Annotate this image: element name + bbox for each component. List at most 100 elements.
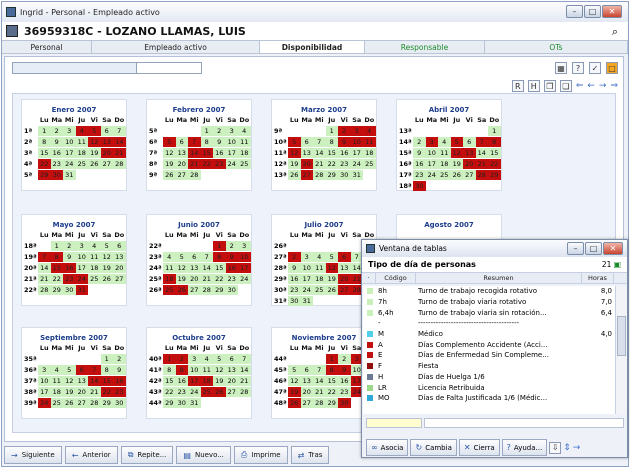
day-cell[interactable]: 9 <box>213 136 226 147</box>
day-cell[interactable]: 6 <box>75 364 88 375</box>
list-item[interactable]: F Fiesta <box>363 361 615 372</box>
day-cell[interactable]: 14 <box>38 262 51 273</box>
list-item[interactable]: - ---------------------------------------… <box>363 318 615 329</box>
next-button[interactable]: → Siguiente <box>4 446 62 464</box>
day-cell[interactable]: 20 <box>463 158 476 169</box>
new-button[interactable]: ▤ Nuevo... <box>176 446 231 464</box>
col-hours[interactable]: Horas <box>582 273 614 283</box>
r-button[interactable]: R <box>511 80 524 92</box>
day-cell[interactable]: 2 <box>338 353 351 364</box>
day-cell[interactable]: 14 <box>113 136 126 147</box>
list-item[interactable]: 8h Turno de trabajo recogida rotativo 8,0 <box>363 286 615 297</box>
day-cell[interactable]: 9 <box>338 364 351 375</box>
day-cell[interactable]: 3 <box>63 125 76 136</box>
day-cell[interactable]: 22 <box>488 158 501 169</box>
list-item[interactable]: M Médico 4,0 <box>363 329 615 340</box>
day-cell[interactable]: 4 <box>313 251 326 262</box>
day-cell[interactable]: 2 <box>175 353 188 364</box>
day-cell[interactable]: 11 <box>200 364 213 375</box>
day-cell[interactable]: 2 <box>50 125 63 136</box>
day-cell[interactable]: 13 <box>300 375 313 386</box>
day-cell[interactable]: 10 <box>38 375 51 386</box>
day-cell[interactable]: 29 <box>213 284 226 295</box>
day-cell[interactable]: 25 <box>363 158 376 169</box>
day-cell[interactable]: 13 <box>300 147 313 158</box>
change-button[interactable]: ↻ Cambia <box>410 439 457 456</box>
day-cell[interactable]: 10 <box>75 251 88 262</box>
day-cell[interactable]: 24 <box>238 273 251 284</box>
day-cell[interactable]: 31 <box>350 169 363 180</box>
day-cell[interactable]: 16 <box>338 147 351 158</box>
day-cell[interactable]: 20 <box>300 386 313 397</box>
day-cell[interactable]: 23 <box>50 158 63 169</box>
day-cell[interactable]: 5 <box>88 125 101 136</box>
list-item[interactable]: 6,4h Turno de trabajo viaria sin rotación… <box>363 307 615 318</box>
day-cell[interactable]: 1 <box>325 353 338 364</box>
associate-button[interactable]: ∞ Asocia <box>366 439 409 456</box>
list-item[interactable]: E Días de Enfermedad Sin Compleme... <box>363 350 615 361</box>
day-cell[interactable]: 19 <box>450 158 463 169</box>
day-cell[interactable]: 3 <box>188 353 201 364</box>
day-cell[interactable]: 12 <box>213 364 226 375</box>
day-cell[interactable]: 27 <box>338 284 351 295</box>
day-cell[interactable]: 6 <box>338 251 351 262</box>
col-summary[interactable]: Resumen <box>416 273 582 283</box>
day-cell[interactable]: 22 <box>213 273 226 284</box>
day-cell[interactable]: 16 <box>213 147 226 158</box>
day-cell[interactable]: 26 <box>213 386 226 397</box>
day-cell[interactable]: 27 <box>75 397 88 408</box>
day-cell[interactable]: 27 <box>175 169 188 180</box>
day-cell[interactable]: 5 <box>450 136 463 147</box>
day-cell[interactable]: 15 <box>200 147 213 158</box>
day-cell[interactable]: 24 <box>63 158 76 169</box>
day-cell[interactable]: 26 <box>88 158 101 169</box>
day-cell[interactable]: 19 <box>288 386 301 397</box>
minimize-button[interactable]: – <box>566 5 583 18</box>
day-cell[interactable]: 13 <box>75 375 88 386</box>
day-cell[interactable]: 23 <box>338 158 351 169</box>
day-cell[interactable]: 8 <box>325 364 338 375</box>
day-cell[interactable]: 31 <box>63 169 76 180</box>
day-cell[interactable]: 23 <box>213 158 226 169</box>
popup-minimize-button[interactable]: – <box>567 242 584 255</box>
day-cell[interactable]: 13 <box>100 136 113 147</box>
day-cell[interactable]: 7 <box>238 353 251 364</box>
day-cell[interactable]: 3 <box>75 240 88 251</box>
print-button[interactable]: ⎙ Imprime <box>233 446 288 464</box>
day-cell[interactable]: 23 <box>63 273 76 284</box>
day-cell[interactable]: 19 <box>163 158 176 169</box>
day-cell[interactable]: 19 <box>88 147 101 158</box>
day-cell[interactable]: 5 <box>288 364 301 375</box>
day-cell[interactable]: 15 <box>163 375 176 386</box>
day-cell[interactable]: 11 <box>50 375 63 386</box>
list-item[interactable]: MO Días de Falta Justificada 1/6 (Médic..… <box>363 393 615 404</box>
day-cell[interactable]: 9 <box>225 251 238 262</box>
day-cell[interactable]: 22 <box>163 386 176 397</box>
day-cell[interactable]: 24 <box>300 284 313 295</box>
day-cell[interactable]: 17 <box>225 147 238 158</box>
day-cell[interactable]: 7 <box>38 251 51 262</box>
day-cell[interactable]: 27 <box>463 169 476 180</box>
day-cell[interactable]: 17 <box>75 262 88 273</box>
day-cell[interactable]: 25 <box>438 169 451 180</box>
day-cell[interactable]: 29 <box>325 169 338 180</box>
day-cell[interactable]: 18 <box>88 262 101 273</box>
prev-icon[interactable]: ← <box>587 81 595 91</box>
day-cell[interactable]: 6 <box>175 136 188 147</box>
day-cell[interactable]: 8 <box>100 364 113 375</box>
day-cell[interactable]: 26 <box>163 169 176 180</box>
day-cell[interactable]: 8 <box>213 251 226 262</box>
day-cell[interactable]: 4 <box>50 364 63 375</box>
day-cell[interactable]: 15 <box>213 262 226 273</box>
help-button[interactable]: ? Ayuda... <box>501 439 548 456</box>
day-cell[interactable]: 25 <box>313 284 326 295</box>
day-cell[interactable]: 22 <box>325 158 338 169</box>
excel-icon[interactable]: ▣ <box>613 260 621 269</box>
day-cell[interactable]: 20 <box>75 386 88 397</box>
day-cell[interactable]: 3 <box>425 136 438 147</box>
help-icon[interactable]: ? <box>572 62 584 74</box>
day-cell[interactable]: 26 <box>100 273 113 284</box>
day-cell[interactable]: 10 <box>188 364 201 375</box>
day-cell[interactable]: 13 <box>338 262 351 273</box>
day-cell[interactable]: 11 <box>438 147 451 158</box>
